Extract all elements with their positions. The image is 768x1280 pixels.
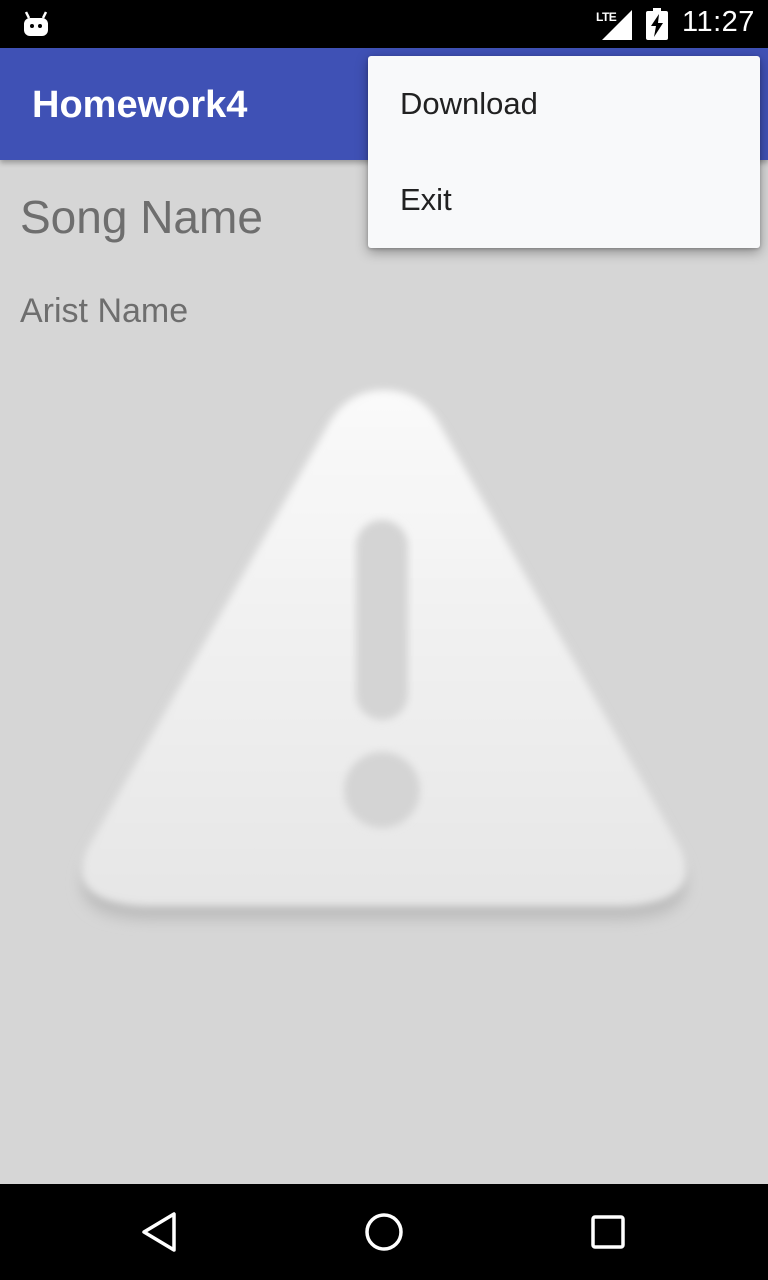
- status-clock: 11:27: [682, 6, 755, 38]
- menu-item-label: Exit: [400, 182, 452, 217]
- status-bar: LTE 11:27: [0, 0, 768, 48]
- warning-placeholder-icon: [81, 390, 687, 920]
- back-icon[interactable]: [136, 1208, 184, 1256]
- android-notification-icon: [24, 11, 48, 36]
- artist-name-label: Arist Name: [20, 292, 189, 330]
- navigation-bar: [0, 1184, 768, 1280]
- menu-item-label: Download: [400, 86, 538, 121]
- menu-item-exit[interactable]: Exit: [368, 152, 760, 248]
- battery-charging-icon: [646, 8, 668, 40]
- recents-icon[interactable]: [584, 1208, 632, 1256]
- song-name-label: Song Name: [20, 191, 263, 243]
- main-content: Song Name Arist Name: [0, 160, 768, 1184]
- app-title: Homework4: [32, 84, 248, 126]
- home-icon[interactable]: [360, 1208, 408, 1256]
- overflow-menu: Download Exit: [368, 56, 760, 248]
- menu-item-download[interactable]: Download: [368, 56, 760, 152]
- lte-signal-icon: [602, 10, 632, 40]
